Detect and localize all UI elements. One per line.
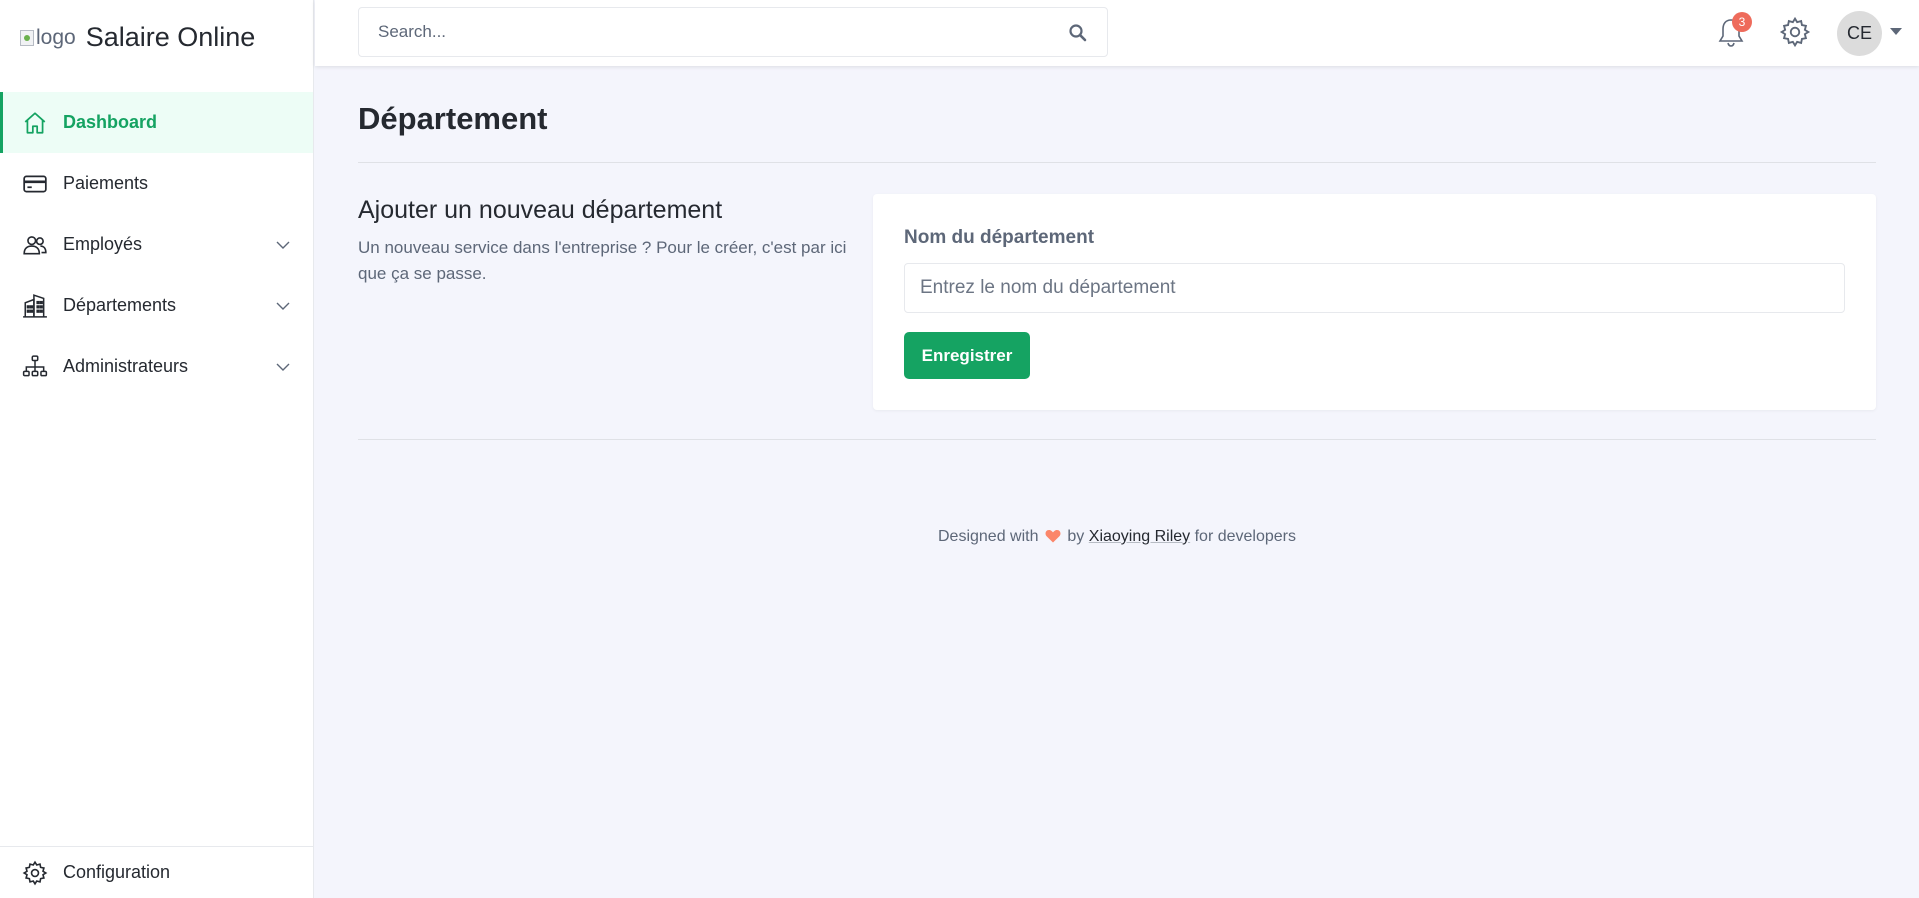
sidebar-item-label: Paiements — [63, 173, 149, 193]
footer-suffix: for developers — [1194, 528, 1296, 545]
sidebar-item-paiements[interactable]: Paiements — [0, 153, 313, 214]
brand[interactable]: logo Salaire Online — [0, 0, 313, 75]
page-title: Département — [358, 101, 548, 136]
chevron-down-icon[interactable] — [275, 298, 291, 314]
search-icon[interactable] — [1068, 23, 1088, 43]
avatar[interactable]: CE — [1837, 11, 1882, 56]
heart-icon — [1045, 529, 1061, 543]
search-input[interactable] — [359, 8, 1107, 56]
sidebar-item-label: Départements — [63, 295, 177, 315]
sidebar-item-configuration[interactable]: Configuration — [0, 846, 313, 898]
section-title: Ajouter un nouveau département — [358, 196, 723, 224]
save-button[interactable]: Enregistrer — [904, 332, 1030, 379]
gear-icon[interactable] — [1779, 16, 1811, 48]
brand-logo: logo — [20, 24, 86, 52]
app-root: logo Salaire Online Dashboard Paiements — [0, 0, 1919, 898]
sidebar-footer-label: Configuration — [63, 862, 171, 882]
chevron-down-icon[interactable] — [275, 359, 291, 375]
gear-icon — [22, 860, 48, 886]
sidebar-item-employes[interactable]: Employés — [0, 214, 313, 275]
sidebar-item-label: Dashboard — [63, 112, 158, 132]
credit-card-icon — [22, 171, 48, 197]
chevron-down-icon[interactable] — [275, 237, 291, 253]
department-form-card: Nom du département Enregistrer — [873, 194, 1876, 410]
broken-image-icon — [20, 29, 34, 46]
sidebar-item-dashboard[interactable]: Dashboard — [0, 92, 313, 153]
top-bar: 3 CE — [315, 0, 1919, 66]
search-form — [358, 7, 1108, 57]
department-name-label: Nom du département — [904, 227, 1095, 248]
sidebar-item-administrateurs[interactable]: Administrateurs — [0, 336, 313, 397]
sidebar-nav: Dashboard Paiements Employés Département… — [0, 92, 313, 397]
author-link[interactable]: Xiaoying Riley — [1089, 528, 1190, 545]
main-content: Département Ajouter un nouveau départeme… — [315, 66, 1919, 898]
divider — [358, 162, 1876, 163]
sidebar-item-departements[interactable]: Départements — [0, 275, 313, 336]
sidebar-item-label: Administrateurs — [63, 356, 189, 376]
divider — [358, 439, 1876, 440]
logo-alt-text: logo — [36, 25, 76, 49]
home-icon — [22, 110, 48, 136]
hierarchy-icon — [22, 354, 48, 380]
sidebar-item-label: Employés — [63, 234, 143, 254]
footer-by: by — [1067, 528, 1085, 545]
department-name-input[interactable] — [904, 263, 1845, 313]
brand-name: Salaire Online — [85, 22, 256, 52]
section-description: Un nouveau service dans l'entreprise ? P… — [358, 238, 847, 283]
sidebar: logo Salaire Online Dashboard Paiements — [0, 0, 314, 898]
users-icon — [22, 232, 48, 258]
notification-count-badge: 3 — [1732, 12, 1752, 32]
caret-down-icon[interactable] — [1890, 28, 1902, 35]
footer-prefix: Designed with — [938, 528, 1039, 545]
building-icon — [22, 293, 48, 319]
page-footer: Designed with by Xiaoying Riley for deve… — [315, 528, 1919, 546]
